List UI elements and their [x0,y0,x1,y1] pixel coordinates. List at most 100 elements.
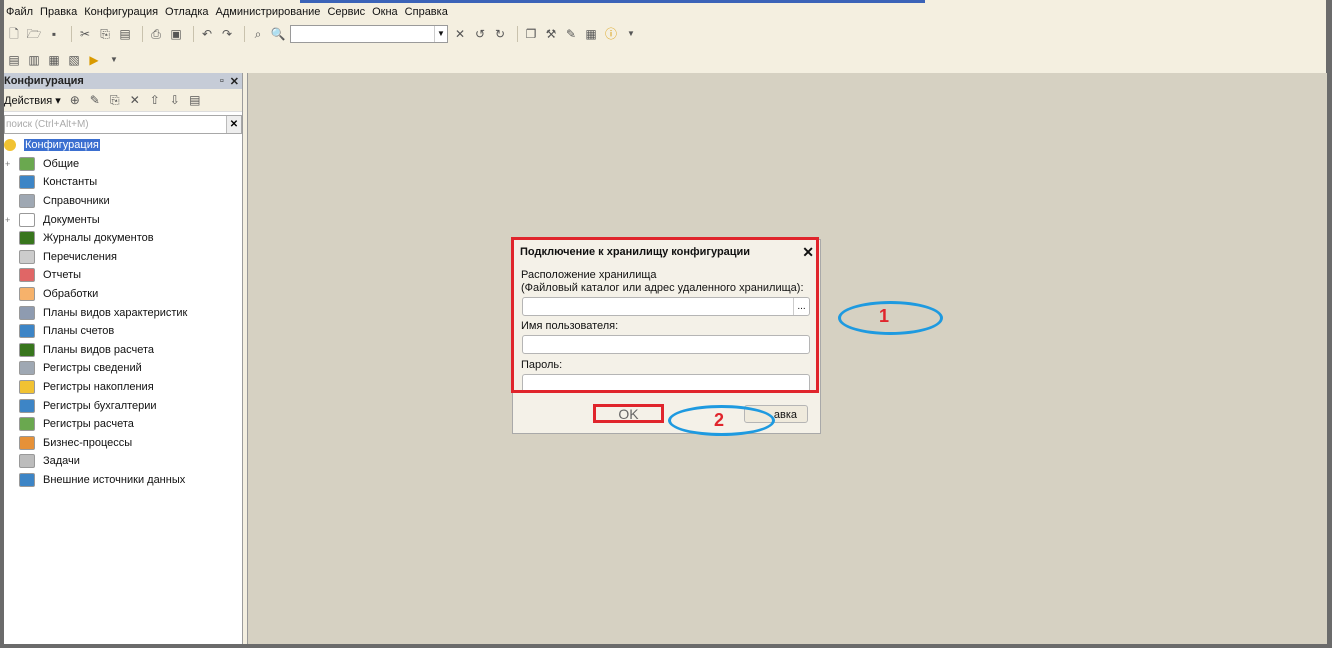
move-up-icon[interactable]: ⇧ [147,92,163,108]
tree-item[interactable]: Регистры накопления [4,378,242,397]
tree-item-label: Задачи [43,455,80,468]
tree-item[interactable]: Журналы документов [4,229,242,248]
tree-item[interactable]: Отчеты [4,266,242,285]
tree-item-label: Регистры накопления [43,381,154,394]
search-combobox[interactable]: ▼ [290,25,448,43]
tree-item[interactable]: Регистры сведений [4,359,242,378]
form-icon[interactable]: ▥ [26,52,42,68]
panel-toolbar: Действия ▾ ⊕ ✎ ⎘ ✕ ⇧ ⇩ ▤ [4,89,242,112]
tree-item[interactable]: Справочники [4,192,242,211]
search-field[interactable]: поиск (Ctrl+Alt+M) ✕ [4,115,242,134]
tree-item[interactable]: Регистры бухгалтерии [4,396,242,415]
notes-icon[interactable]: ▦ [583,26,599,42]
tree-item[interactable]: Константы [4,173,242,192]
tree-item[interactable]: Планы видов характеристик [4,303,242,322]
undo-icon[interactable]: ↶ [199,26,215,42]
tree-item[interactable]: Перечисления [4,248,242,267]
menu-help[interactable]: Справка [405,6,448,18]
menu-service[interactable]: Сервис [327,6,365,18]
tree-item-label: Конфигурация [24,139,100,152]
toolbar-separator [142,26,143,42]
tree-item-label: Документы [43,213,100,226]
move-down-icon[interactable]: ⇩ [167,92,183,108]
syntax-assistant-icon[interactable]: ✎ [563,26,579,42]
tree-item-icon [19,156,35,171]
menu-administration[interactable]: Администрирование [216,6,321,18]
tree-item[interactable]: Регистры расчета [4,415,242,434]
tree-item[interactable]: Планы видов расчета [4,341,242,360]
tree-item-icon [19,435,35,450]
annotation-number-1: 1 [879,306,890,326]
tree-item-icon [19,454,35,469]
pin-icon[interactable]: ▫ [220,75,224,88]
paste-icon[interactable]: ▤ [117,26,133,42]
ok-button[interactable]: OK [593,404,664,423]
toolbar-separator [517,26,518,42]
annotation-number-2: 2 [714,410,725,430]
open-folder-icon[interactable]: 🗁 [26,26,42,42]
new-file-icon[interactable]: 🗋 [6,26,22,42]
edit-icon[interactable]: ✎ [87,92,103,108]
chevron-down-icon[interactable]: ▼ [623,26,639,42]
actions-menu-button[interactable]: Действия ▾ [4,94,61,107]
module-icon[interactable]: ▤ [6,52,22,68]
menu-debug[interactable]: Отладка [165,6,208,18]
copy-icon[interactable]: ⎘ [97,26,113,42]
window-icon[interactable]: ❐ [523,26,539,42]
search-placeholder: поиск (Ctrl+Alt+M) [6,119,89,130]
redo-icon[interactable]: ↷ [219,26,235,42]
tree-item-label: Регистры сведений [43,362,142,375]
annotation-ellipse-1 [838,301,943,335]
clear-search-icon[interactable]: ✕ [452,26,468,42]
expand-icon[interactable]: + [5,159,13,169]
chevron-down-icon[interactable]: ▼ [106,52,122,68]
tree-item-label: Внешние источники данных [43,473,186,486]
tree-item-icon [19,342,35,357]
tree-item-icon [19,324,35,339]
panel-header: Конфигурация ▫ ✕ [4,73,242,89]
toolbar-separator [244,26,245,42]
run-debug-icon[interactable]: ▶ [86,52,102,68]
expand-icon[interactable]: + [5,215,13,225]
find-prev-icon[interactable]: ↻ [492,26,508,42]
clear-search-icon[interactable]: ✕ [226,116,241,133]
tree-item[interactable]: Обработки [4,285,242,304]
preview-icon[interactable]: ▣ [168,26,184,42]
sort-icon[interactable]: ▤ [187,92,203,108]
info-icon[interactable]: ⓘ [603,26,619,42]
tree-item-icon [19,249,35,264]
tree-item[interactable]: Конфигурация [4,136,242,155]
tree-item[interactable]: Внешние источники данных [4,471,242,490]
configuration-tree: Конфигурация + Общие Константы Справочники + Д… [4,136,242,489]
close-icon[interactable]: ✕ [230,75,239,88]
delete-icon[interactable]: ✕ [127,92,143,108]
database-icon[interactable]: ▦ [46,52,62,68]
tree-item-label: Константы [43,176,98,189]
menu-file[interactable]: Файл [6,6,33,18]
tree-item-icon [19,175,35,190]
find-next-icon[interactable]: ↺ [472,26,488,42]
copy-icon[interactable]: ⎘ [107,92,123,108]
tree-item-label: Регистры расчета [43,418,134,431]
tree-item[interactable]: + Документы [4,210,242,229]
save-icon[interactable]: ▪ [46,26,62,42]
chevron-down-icon[interactable]: ▼ [434,26,447,42]
add-icon[interactable]: ⊕ [67,92,83,108]
debug-tool-icon[interactable]: ⚒ [543,26,559,42]
cut-icon[interactable]: ✂ [77,26,93,42]
menu-windows[interactable]: Окна [372,6,398,18]
find-in-icon[interactable]: ⌕ [250,26,266,42]
tree-item[interactable]: Планы счетов [4,322,242,341]
print-icon[interactable]: ⎙ [148,26,164,42]
tree-item-icon [19,212,35,227]
tree-item-icon [19,231,35,246]
tree-item[interactable]: Бизнес-процессы [4,434,242,453]
tree-item-label: Бизнес-процессы [43,436,133,449]
table-icon[interactable]: ▧ [66,52,82,68]
search-icon[interactable]: 🔍 [270,26,286,42]
menu-edit[interactable]: Правка [40,6,77,18]
menu-configuration[interactable]: Конфигурация [84,6,158,18]
tree-item[interactable]: + Общие [4,155,242,174]
tree-item[interactable]: Задачи [4,452,242,471]
tree-item-label: Перечисления [43,250,117,263]
